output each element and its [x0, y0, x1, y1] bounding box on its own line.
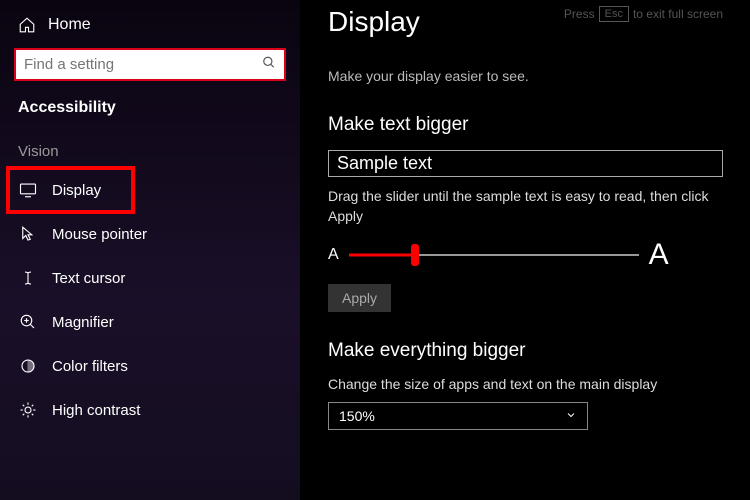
- dropdown-value: 150%: [339, 408, 375, 424]
- sidebar-item-high-contrast[interactable]: High contrast: [0, 388, 300, 432]
- text-cursor-icon: [18, 268, 38, 288]
- monitor-icon: [18, 180, 38, 200]
- sidebar-item-label: Display: [52, 182, 101, 199]
- sidebar-item-label: High contrast: [52, 402, 140, 419]
- hint-post: to exit full screen: [633, 7, 723, 21]
- slider-instruction: Drag the slider until the sample text is…: [328, 187, 723, 226]
- sidebar-item-text-cursor[interactable]: Text cursor: [0, 256, 300, 300]
- sidebar-item-label: Text cursor: [52, 270, 125, 287]
- slider-fill: [349, 254, 416, 257]
- section-title: Accessibility: [0, 81, 300, 133]
- home-link[interactable]: Home: [0, 12, 300, 44]
- search-icon: [262, 55, 276, 74]
- slider-thumb[interactable]: [411, 244, 419, 266]
- magnifier-icon: [18, 312, 38, 332]
- color-filters-icon: [18, 356, 38, 376]
- heading-everything-bigger: Make everything bigger: [328, 340, 723, 362]
- group-label-vision: Vision: [0, 133, 300, 168]
- sample-text-box: Sample text: [328, 150, 723, 177]
- page-subtitle: Make your display easier to see.: [328, 68, 723, 84]
- sidebar-item-label: Mouse pointer: [52, 226, 147, 243]
- sidebar-item-color-filters[interactable]: Color filters: [0, 344, 300, 388]
- big-a-label: A: [649, 238, 669, 272]
- text-size-slider[interactable]: [349, 245, 639, 265]
- sidebar-item-display[interactable]: Display: [0, 168, 300, 212]
- small-a-label: A: [328, 246, 339, 264]
- brightness-icon: [18, 400, 38, 420]
- search-input[interactable]: [14, 48, 286, 81]
- cursor-icon: [18, 224, 38, 244]
- search-container: [14, 48, 286, 81]
- sidebar-item-magnifier[interactable]: Magnifier: [0, 300, 300, 344]
- everything-bigger-desc: Change the size of apps and text on the …: [328, 376, 723, 392]
- scale-dropdown[interactable]: 150%: [328, 402, 588, 430]
- heading-text-bigger: Make text bigger: [328, 114, 723, 136]
- apply-button[interactable]: Apply: [328, 284, 391, 312]
- sidebar-item-label: Color filters: [52, 358, 128, 375]
- sidebar-item-label: Magnifier: [52, 314, 114, 331]
- chevron-down-icon: [565, 408, 577, 424]
- sidebar-item-mouse-pointer[interactable]: Mouse pointer: [0, 212, 300, 256]
- esc-key: Esc: [599, 6, 629, 22]
- fullscreen-hint: Press Esc to exit full screen: [564, 6, 723, 22]
- home-label: Home: [48, 16, 91, 34]
- hint-pre: Press: [564, 7, 595, 21]
- home-icon: [18, 16, 36, 34]
- settings-sidebar: Home Accessibility Vision Display Mouse …: [0, 0, 300, 500]
- main-panel: Press Esc to exit full screen Display Ma…: [300, 0, 750, 500]
- text-size-slider-row: A A: [328, 238, 723, 272]
